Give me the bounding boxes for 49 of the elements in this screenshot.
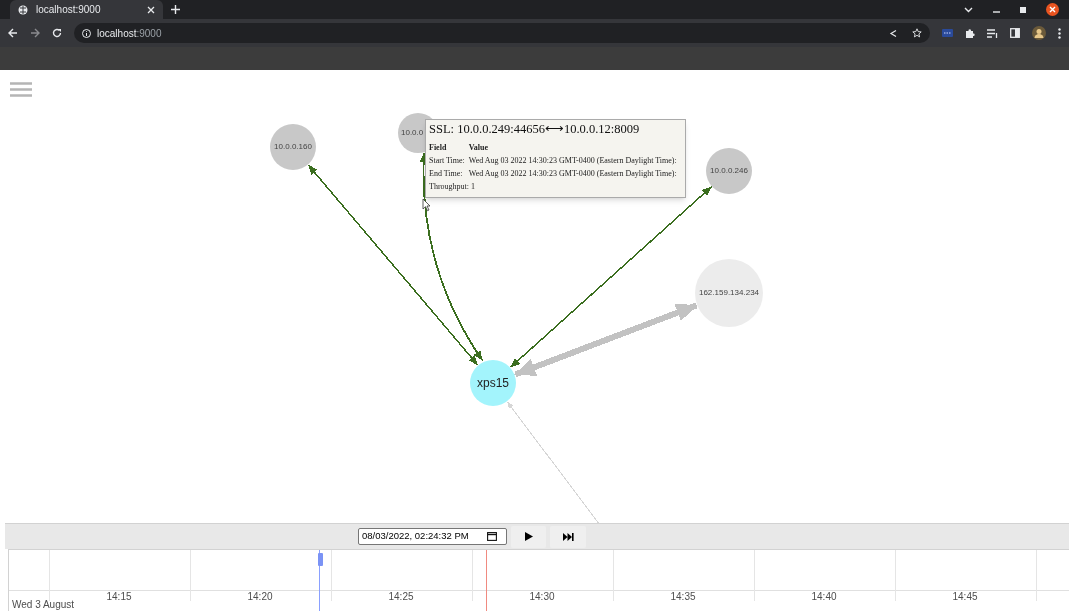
skip-to-end-button[interactable] <box>550 525 586 548</box>
table-cell: Start Time: <box>429 154 469 167</box>
forward-icon[interactable] <box>30 28 40 38</box>
close-window-icon[interactable] <box>1046 3 1059 16</box>
new-tab-icon[interactable] <box>171 5 180 14</box>
browser-tab[interactable]: localhost:9000 <box>10 0 163 19</box>
table-cell: End Time: <box>429 167 469 180</box>
globe-icon <box>18 4 28 15</box>
close-icon[interactable] <box>147 5 155 14</box>
url-text: localhost:9000 <box>97 26 162 41</box>
throughput-text: Throughput: 1 <box>429 181 476 193</box>
tick-label: 14:40 <box>810 591 838 603</box>
extension-icon[interactable] <box>942 29 953 37</box>
menu-dots-icon[interactable] <box>1058 27 1061 39</box>
play-button[interactable] <box>511 525 546 548</box>
table-cell-text: Wed Aug 03 2022 14:30:23 GMT-0400 (Eastern Daylight Time): <box>468 168 678 180</box>
graph-node[interactable]: xps15 <box>470 360 516 406</box>
tick-label: 14:20 <box>246 591 274 603</box>
address-bar[interactable]: localhost:9000 <box>74 23 930 43</box>
tick-label: 14:35 <box>669 591 697 603</box>
mouse-cursor-icon <box>422 198 432 212</box>
star-icon[interactable] <box>912 28 922 38</box>
tick-label: 14:25 <box>387 591 415 603</box>
column-header: Value <box>468 142 490 154</box>
back-icon[interactable] <box>8 28 18 38</box>
graph-node[interactable]: 162.159.134.234 <box>695 259 763 327</box>
reading-list-icon[interactable] <box>987 28 998 38</box>
skip-to-end-icon <box>562 532 574 541</box>
avatar-icon[interactable] <box>1032 26 1046 40</box>
date-label: Wed 3 August <box>12 599 75 611</box>
tab-title: localhost:9000 <box>36 3 101 17</box>
custom-time-marker <box>486 550 487 611</box>
puzzle-icon[interactable] <box>965 28 975 38</box>
maximize-icon[interactable] <box>1020 6 1026 13</box>
tick-label: 14:30 <box>528 591 556 603</box>
tick-label: 14:15 <box>105 591 133 603</box>
side-panel-icon[interactable] <box>1010 28 1020 38</box>
date-time-field[interactable]: 08/03/2022, 02:24:32 PM <box>358 528 507 545</box>
graph-node[interactable]: 10.0.0.160 <box>270 124 316 170</box>
graph-node[interactable]: 10.0.0.246 <box>706 148 752 194</box>
share-icon[interactable] <box>889 28 898 38</box>
calendar-icon[interactable] <box>487 532 497 541</box>
info-icon[interactable] <box>82 28 91 38</box>
tick-label: 14:45 <box>951 591 979 603</box>
play-icon <box>524 532 533 541</box>
edge-arrow[interactable] <box>419 152 483 361</box>
table-cell-text: Wed Aug 03 2022 14:30:23 GMT-0400 (Eastern Daylight Time): <box>468 155 678 167</box>
chevron-down-icon[interactable] <box>964 6 973 13</box>
reload-icon[interactable] <box>52 28 62 38</box>
